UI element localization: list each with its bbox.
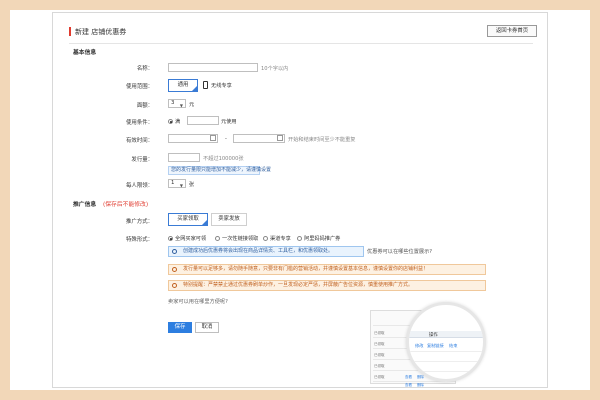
scope-wireless-option[interactable]: 无线专享 (211, 82, 232, 89)
title-bar: 新建 店铺优惠券 (69, 25, 529, 39)
method-buyer-label: 买家领取 (177, 216, 199, 222)
condition-prefix: 满 (175, 119, 181, 125)
calendar-icon[interactable] (277, 135, 283, 141)
selected-corner-icon (192, 86, 197, 91)
denomination-label: 面额： (136, 103, 153, 109)
valid-time-hint: 开始和结束时间至少不能重复 (288, 137, 356, 143)
preview-row-label: 已领取 (374, 353, 385, 357)
warning-banner-2: 特别提醒：严禁禁止通过优惠券刷单炒作，一旦发现必定严惩，并屏蔽广告位资源，慎重使… (168, 280, 486, 291)
preview-row-link: 删除 (417, 375, 424, 379)
limit-value: 1 (171, 180, 175, 186)
name-input[interactable] (168, 63, 258, 72)
quantity-notice: 您的发行量限只能增加不能减少，请谨慎设置 (168, 166, 271, 175)
name-label: 名称： (136, 66, 153, 72)
chevron-down-icon: ▼ (179, 103, 183, 108)
radio-all-buyers[interactable] (168, 236, 173, 241)
quantity-label: 发行量： (131, 157, 153, 163)
preview-row-label: 已领取 (374, 364, 385, 368)
magnifier-link-edit: 修改 (415, 343, 424, 348)
date-separator: - (225, 136, 227, 142)
warning-banner-1-text: 发行量可以足够多，请勿随手随意，只要非有门槛的营销活动，并谨慎设置基本信息，谨慎… (183, 266, 429, 272)
magnifier-illustration: 操作 修改 复制链接 结束 (406, 302, 486, 382)
magnifier-link-end: 结束 (449, 343, 458, 348)
radio-one-time-link-label: 一次性链接领取 (222, 236, 259, 242)
valid-time-label: 有效时间： (126, 138, 153, 144)
selected-corner-icon (202, 220, 207, 225)
scope-general-option[interactable]: 通用 (168, 79, 198, 92)
promotion-section-note: (保存后不能修改) (103, 202, 149, 208)
magnifier-header (409, 331, 483, 338)
preview-row-label: 已领取 (374, 342, 385, 346)
preview-row-label: 已领取 (374, 331, 385, 335)
info-banner-text: 创建成功后优惠券将会出现在商品详情页、工具栏，和优惠领取处。 (183, 248, 334, 254)
cancel-button[interactable]: 取消 (195, 322, 219, 333)
quantity-hint: 不超过100000张 (203, 156, 244, 162)
promotion-section-title: 推广信息 (73, 202, 97, 208)
warning-icon (172, 267, 177, 272)
denomination-unit: 元 (189, 102, 195, 108)
radio-all-buyers-label: 全网买家可领 (175, 236, 207, 242)
scope-label: 使用范围： (126, 84, 153, 90)
save-button[interactable]: 保存 (168, 322, 192, 333)
radio-channel-exclusive[interactable] (263, 236, 268, 241)
condition-unit: 元使用 (221, 119, 237, 125)
limit-select[interactable]: 1 ▼ (168, 179, 186, 188)
basic-info-section-title: 基本信息 (73, 50, 97, 56)
header-divider (69, 43, 533, 44)
radio-alimama-label: 阿里妈妈推广券 (304, 236, 341, 242)
denomination-select[interactable]: 3 ▼ (168, 99, 186, 108)
chevron-down-icon: ▼ (179, 183, 183, 188)
quantity-input[interactable] (168, 153, 200, 162)
condition-amount-input[interactable] (187, 116, 219, 125)
method-seller-option[interactable]: 卖家发放 (211, 213, 247, 226)
magnifier-row-line (409, 371, 483, 372)
preview-row-link: 删除 (417, 383, 424, 387)
special-form-label: 特殊形式： (126, 237, 153, 243)
magnifier-header-text: 操作 (429, 333, 438, 338)
info-where-link[interactable]: 优惠券可以在哪些位置展示? (367, 248, 432, 255)
preview-row-link: 查看 (405, 375, 412, 379)
info-banner: 创建成功后优惠券将会出现在商品详情页、工具栏，和优惠领取处。 (168, 246, 364, 257)
condition-radio[interactable] (168, 119, 173, 124)
preview-row-label: 已领取 (374, 375, 385, 379)
scope-general-label: 通用 (177, 82, 189, 88)
limit-unit: 张 (189, 182, 195, 188)
limit-label: 每人限领： (126, 183, 153, 189)
method-buyer-option[interactable]: 买家领取 (168, 213, 208, 226)
radio-channel-exclusive-label: 渠道专享 (270, 236, 291, 242)
radio-alimama[interactable] (297, 236, 302, 241)
page-title: 新建 店铺优惠券 (75, 28, 127, 36)
method-label: 推广方式： (126, 219, 153, 225)
warning-banner-2-text: 特别提醒：严禁禁止通过优惠券刷单炒作，一旦发现必定严惩，并屏蔽广告位资源，慎重使… (183, 282, 414, 288)
calendar-icon[interactable] (210, 135, 216, 141)
condition-label: 使用条件： (126, 120, 153, 126)
phone-icon (203, 81, 208, 89)
return-coupon-home-button[interactable]: 返回卡券首页 (487, 25, 537, 37)
preview-row-link: 查看 (405, 383, 412, 387)
title-accent-bar (69, 27, 71, 36)
info-icon (172, 249, 177, 254)
warning-banner-1: 发行量可以足够多，请勿随手随意，只要非有门槛的营销活动，并谨慎设置基本信息，谨慎… (168, 264, 486, 275)
magnifier-link-copy: 复制链接 (427, 343, 444, 348)
magnifier-row-line (409, 351, 483, 352)
usage-question: 卖家可以用在哪里方便呢? (168, 299, 228, 305)
denomination-value: 3 (171, 100, 175, 106)
magnifier-row-line (409, 361, 483, 362)
warning-icon (172, 283, 177, 288)
name-hint: 10个字以内 (261, 66, 289, 72)
radio-one-time-link[interactable] (215, 236, 220, 241)
